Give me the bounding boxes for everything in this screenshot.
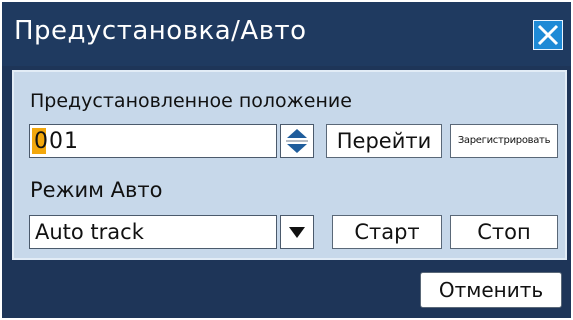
up-down-spinner-icon xyxy=(286,129,308,153)
settings-panel: Предустановленное положение 001 Перейти … xyxy=(12,70,567,260)
close-icon xyxy=(537,24,559,46)
register-button[interactable]: Зарегистрировать xyxy=(450,124,558,158)
preset-auto-dialog: Предустановка/Авто Предустановленное пол… xyxy=(2,2,571,318)
go-button[interactable]: Перейти xyxy=(326,124,442,158)
auto-mode-select[interactable]: Auto track xyxy=(29,215,277,249)
preset-number-input[interactable]: 001 xyxy=(29,124,277,158)
auto-mode-dropdown-button[interactable] xyxy=(280,215,314,249)
stop-button[interactable]: Стоп xyxy=(450,215,558,249)
preset-number-value: 001 xyxy=(34,129,79,154)
preset-position-label: Предустановленное положение xyxy=(30,90,352,112)
close-button[interactable] xyxy=(533,20,563,50)
start-button[interactable]: Старт xyxy=(332,215,442,249)
dropdown-arrow-icon xyxy=(289,227,305,238)
dialog-titlebar: Предустановка/Авто xyxy=(2,2,571,66)
preset-spinner[interactable] xyxy=(280,124,314,158)
cancel-button[interactable]: Отменить xyxy=(420,272,562,308)
auto-mode-value: Auto track xyxy=(35,220,144,244)
dialog-title: Предустановка/Авто xyxy=(14,16,307,46)
auto-mode-label: Режим Авто xyxy=(30,178,163,202)
